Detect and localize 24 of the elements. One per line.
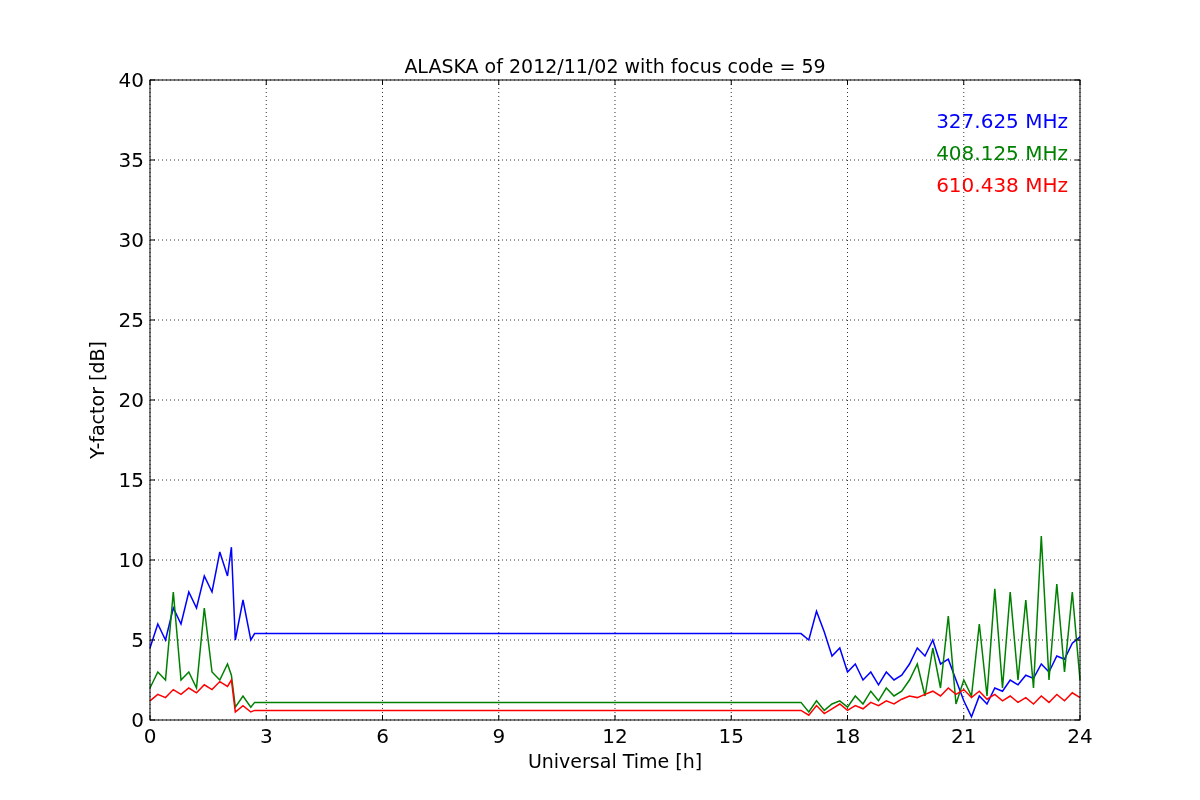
tick-label: 15: [118, 468, 144, 492]
legend-label: 610.438 MHz: [936, 173, 1068, 197]
tick-label: 5: [131, 628, 144, 652]
tick-label: 10: [118, 548, 144, 572]
chart-title: ALASKA of 2012/11/02 with focus code = 59: [404, 55, 826, 77]
tick-label: 12: [602, 724, 628, 748]
tick-label: 35: [118, 148, 144, 172]
x-axis-label: Universal Time [h]: [527, 750, 703, 772]
tick-label: 9: [492, 724, 506, 748]
tick-label: 21: [951, 724, 977, 748]
tick-label: 0: [131, 708, 144, 732]
tick-label: 30: [118, 228, 144, 252]
tick-label: 18: [834, 724, 861, 748]
y-axis-label: Y-factor [dB]: [86, 341, 108, 459]
legend-label: 408.125 MHz: [936, 141, 1068, 165]
tick-label: 40: [118, 68, 144, 92]
tick-label: 0: [143, 724, 157, 748]
tick-label: 25: [118, 308, 144, 332]
legend-label: 327.625 MHz: [936, 109, 1068, 133]
tick-label: 20: [118, 388, 144, 412]
tick-label: 24: [1067, 724, 1093, 748]
tick-label: 15: [718, 724, 744, 748]
tick-label: 6: [376, 724, 389, 748]
tick-label: 3: [259, 724, 273, 748]
